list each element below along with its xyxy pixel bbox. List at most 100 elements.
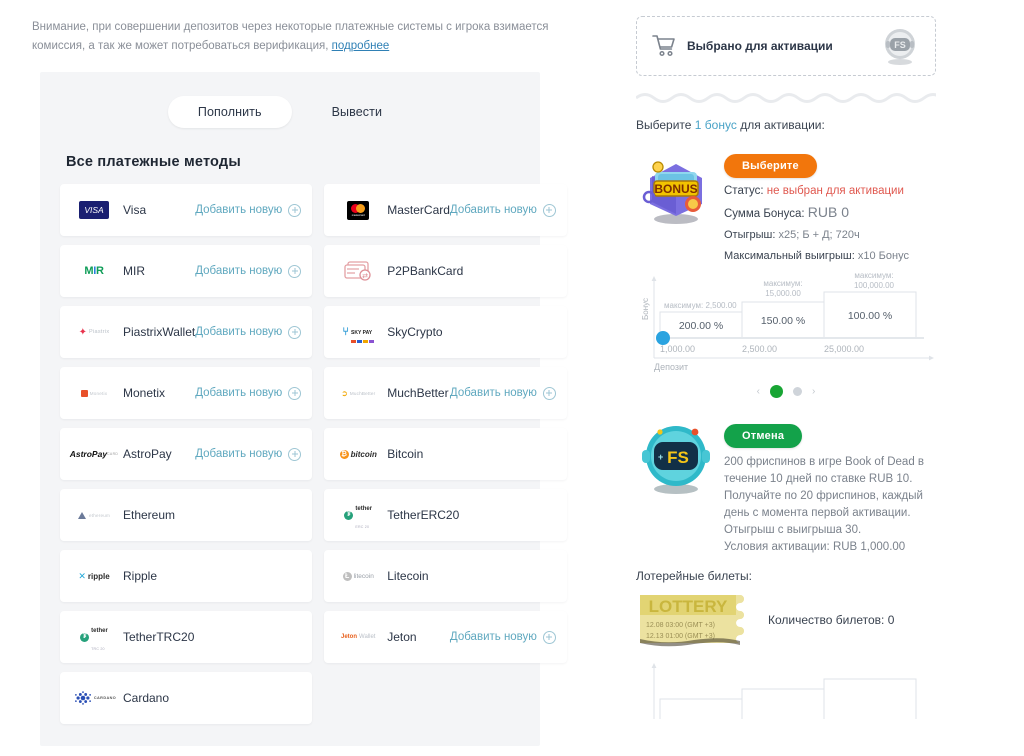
plus-icon <box>288 447 302 461</box>
right-column: Выбрано для активации FS Выберите 1 бону… <box>620 0 1024 756</box>
chart-value-1: 150.00 % <box>761 315 805 327</box>
add-new-piastrixwallet[interactable]: Добавить новую <box>195 325 302 339</box>
notice-more-link[interactable]: подробнее <box>332 40 390 52</box>
chart-xlabel: Депозит <box>654 362 688 372</box>
payment-method-litecoin[interactable]: Łlitecoin Litecoin <box>324 550 567 602</box>
chart-value-2: 100.00 % <box>848 310 892 322</box>
payment-method-tethererc20[interactable]: ₮ tether ERC 20 TetherERC20 <box>324 489 567 541</box>
method-name: Cardano <box>123 691 170 705</box>
carousel-dot-2[interactable] <box>793 386 802 396</box>
method-name: Monetix <box>123 386 166 400</box>
bonus-step-chart: 200.00 % 150.00 % 100.00 % максимум: 2,5… <box>636 272 936 372</box>
amount-value: RUB 0 <box>807 204 850 220</box>
plus-icon <box>542 386 556 400</box>
svg-text:FS: FS <box>667 448 689 467</box>
status-value: не выбран для активации <box>766 185 904 197</box>
method-name: MasterCard <box>387 203 450 217</box>
payment-method-mir[interactable]: MIR MIR Добавить новую <box>60 245 313 297</box>
carousel-next-arrow[interactable]: › <box>812 386 815 397</box>
selected-for-activation-box[interactable]: Выбрано для активации FS <box>636 16 936 76</box>
choose-bonus-button[interactable]: Выберите <box>724 154 817 178</box>
payment-method-monetix[interactable]: Monetix Monetix Добавить новую <box>60 367 313 419</box>
add-label: Добавить новую <box>449 631 537 643</box>
payment-methods-grid: VISA Visa Добавить новую mastercard Mast… <box>60 184 567 724</box>
svg-text:+: + <box>658 452 663 462</box>
chart-max-2a: максимум: <box>854 272 893 280</box>
payments-title: Все платежные методы <box>66 154 241 170</box>
add-new-mir[interactable]: Добавить новую <box>195 264 302 278</box>
carousel-prev-arrow[interactable]: ‹ <box>757 386 760 397</box>
add-new-jeton[interactable]: Добавить новую <box>449 630 556 644</box>
cond-value: RUB 1,000.00 <box>832 541 906 553</box>
deposit-slider-handle <box>656 331 670 345</box>
ripple-logo: ✕ ripple <box>78 570 110 581</box>
second-step-chart <box>636 659 936 719</box>
payment-method-jeton[interactable]: Jeton Wallet Jeton Добавить новую <box>324 611 567 663</box>
payment-method-bitcoin[interactable]: ₿ bitcoin Bitcoin <box>324 428 567 480</box>
section-divider-wave <box>636 93 936 103</box>
status-label: Статус: <box>724 185 764 197</box>
plus-icon <box>542 630 556 644</box>
add-new-monetix[interactable]: Добавить новую <box>195 386 302 400</box>
add-new-muchbetter[interactable]: Добавить новую <box>450 386 556 400</box>
bonus-status-row: Статус: не выбран для активации <box>724 183 946 199</box>
add-new-mastercard[interactable]: Добавить новую <box>450 203 556 217</box>
add-new-astropay[interactable]: Добавить новую <box>195 447 302 461</box>
payment-method-cardano[interactable]: CARDANO Cardano <box>60 672 313 724</box>
tab-withdraw[interactable]: Вывести <box>302 96 412 128</box>
add-label: Добавить новую <box>195 204 283 216</box>
cancel-freespins-button[interactable]: Отмена <box>724 424 803 448</box>
bonus-card-body: Выберите Статус: не выбран для активации… <box>724 148 946 264</box>
payment-method-tethertrc20[interactable]: ₮ tether TRC 20 TetherTRC20 <box>60 611 313 663</box>
choose-bonus-line: Выберите 1 бонус для активации: <box>636 118 1024 132</box>
notice-text: Внимание, при совершении депозитов через… <box>32 21 549 52</box>
payment-method-visa[interactable]: VISA Visa Добавить новую <box>60 184 313 236</box>
payment-method-piastrixwallet[interactable]: ✦ Piastrix PiastrixWallet Добавить новую <box>60 306 313 358</box>
bonus-wager-row: Отыгрыш: x25; Б + Д; 720ч <box>724 227 946 243</box>
choose-highlight: 1 бонус <box>694 118 737 132</box>
payment-method-ethereum[interactable]: ethereum Ethereum <box>60 489 313 541</box>
carousel-dot-1[interactable] <box>770 384 783 398</box>
method-name: AstroPay <box>123 447 172 461</box>
method-name: TetherTRC20 <box>123 630 195 644</box>
payment-method-p2pbankcard[interactable]: ⇄ P2PBankCard <box>324 245 567 297</box>
method-name: Bitcoin <box>387 447 424 461</box>
lottery-count-label: Количество билетов: 0 <box>768 613 895 627</box>
payment-method-mastercard[interactable]: mastercard MasterCard Добавить новую <box>324 184 567 236</box>
freespins-card-body: Отмена 200 фриспинов в игре Book of Dead… <box>724 418 946 553</box>
svg-text:BONUS: BONUS <box>654 182 697 196</box>
payment-method-muchbetter[interactable]: ➲ MuchBetter MuchBetter Добавить новую <box>324 367 567 419</box>
plus-icon <box>288 386 302 400</box>
mastercard-logo: mastercard <box>335 196 381 224</box>
method-name: MuchBetter <box>387 386 449 400</box>
wager-value: x25; Б + Д; 720ч <box>778 229 860 241</box>
chart-tick-0: 1,000.00 <box>660 344 695 354</box>
chart-max-1a: максимум: <box>763 279 802 288</box>
skypay-logo: ⑂ SKY PAY <box>335 318 381 346</box>
add-label: Добавить новую <box>195 387 283 399</box>
add-label: Добавить новую <box>195 265 283 277</box>
payment-method-astropay[interactable]: AstroPay CARD AstroPay Добавить новую <box>60 428 313 480</box>
method-name: SkyCrypto <box>387 325 443 339</box>
chart-max-0: максимум: 2,500.00 <box>664 301 737 310</box>
method-name: Jeton <box>387 630 417 644</box>
bonus-offer-card: BONUS Выберите Статус: не выбран для акт… <box>636 148 946 264</box>
cashier-page: Внимание, при совершении депозитов через… <box>0 0 1024 756</box>
commission-notice: Внимание, при совершении депозитов через… <box>32 18 572 56</box>
cart-label: Выбрано для активации <box>687 39 833 53</box>
freespins-robot-icon: FS + <box>636 418 716 498</box>
lottery-date-1: 12.08 03:00 (GMT +3) <box>646 622 715 629</box>
tab-deposit[interactable]: Пополнить <box>167 96 292 128</box>
lottery-ticket-icon: LOTTERY 12.08 03:00 (GMT +3) 12.13 01:00… <box>636 591 754 649</box>
payment-method-skycrypto[interactable]: ⑂ SKY PAY SkyCrypto <box>324 306 567 358</box>
cashier-tabs: Пополнить Вывести <box>60 96 520 128</box>
freespins-offer-card: FS + Отмена 200 фриспинов в игре Book of… <box>636 418 946 553</box>
add-new-visa[interactable]: Добавить новую <box>195 203 302 217</box>
bitcoin-logo: ₿ bitcoin <box>339 449 377 459</box>
svg-text:⇄: ⇄ <box>362 273 368 280</box>
payment-method-ripple[interactable]: ✕ ripple Ripple <box>60 550 313 602</box>
add-label: Добавить новую <box>195 326 283 338</box>
method-name: TetherERC20 <box>387 508 460 522</box>
method-name: Visa <box>123 203 147 217</box>
chart-value-0: 200.00 % <box>679 320 723 332</box>
